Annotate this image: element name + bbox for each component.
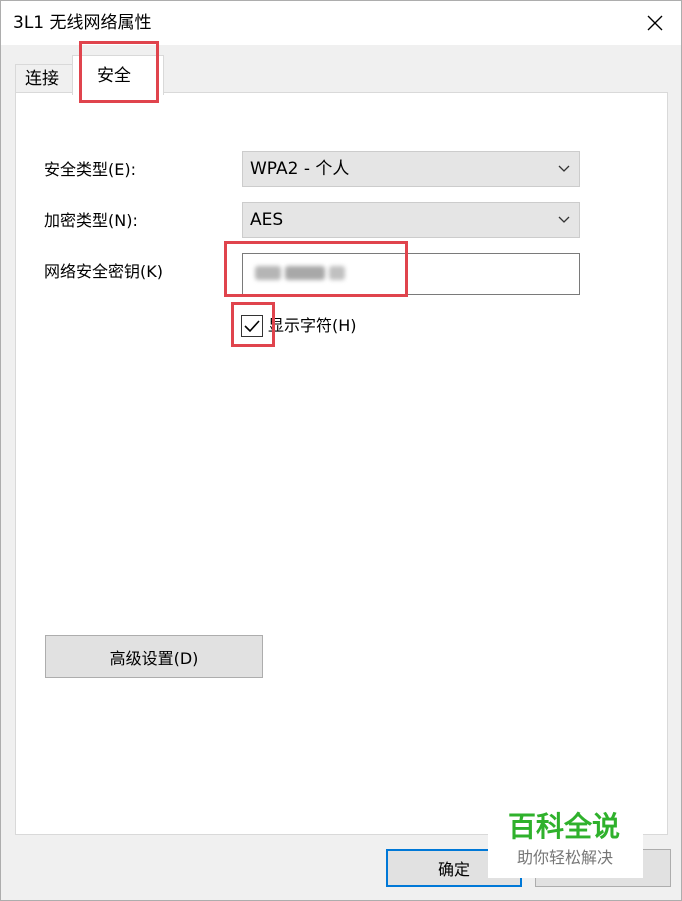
tab-connection[interactable]: 连接 (15, 64, 73, 92)
close-button[interactable] (637, 7, 673, 39)
encryption-type-select[interactable]: AES (242, 202, 580, 238)
network-key-label: 网络安全密钥(K) (44, 262, 163, 281)
watermark-logo-text: 百科全说 (508, 810, 621, 843)
wireless-properties-dialog: 3L1 无线网络属性 连接 安全 安全类型(E): WPA2 - 个人 加密类型… (0, 0, 682, 901)
blurred-key-segment (285, 266, 325, 280)
security-type-value: WPA2 - 个人 (250, 159, 350, 179)
chevron-down-icon (558, 216, 570, 223)
advanced-settings-button[interactable]: 高级设置(D) (45, 635, 263, 678)
window-title: 3L1 无线网络属性 (13, 13, 152, 33)
blurred-key-segment (329, 266, 345, 280)
show-characters-checkbox[interactable] (241, 315, 263, 337)
security-type-label: 安全类型(E): (44, 160, 136, 179)
show-characters-label[interactable]: 显示字符(H) (268, 316, 357, 336)
title-bar: 3L1 无线网络属性 (1, 1, 681, 45)
encryption-type-value: AES (250, 210, 284, 230)
network-key-input[interactable] (242, 253, 580, 295)
chevron-down-icon (558, 165, 570, 172)
close-icon (647, 15, 663, 31)
checkmark-icon (244, 320, 260, 333)
encryption-type-label: 加密类型(N): (44, 211, 138, 230)
tab-security[interactable]: 安全 (72, 55, 164, 95)
watermark-slogan: 助你轻松解决 (517, 848, 614, 867)
blurred-key-segment (255, 266, 281, 280)
security-type-select[interactable]: WPA2 - 个人 (242, 151, 580, 187)
watermark: 百科全说 助你轻松解决 (488, 804, 643, 878)
